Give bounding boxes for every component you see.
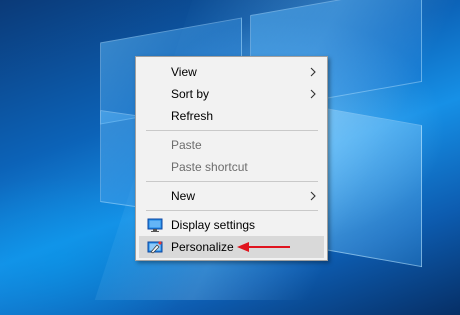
personalize-icon (147, 241, 163, 254)
menu-item-label: Personalize (171, 240, 234, 254)
menu-separator (146, 210, 318, 211)
menu-item-sort-by[interactable]: Sort by (139, 83, 324, 105)
menu-item-display-settings[interactable]: Display settings (139, 214, 324, 236)
menu-item-view[interactable]: View (139, 61, 324, 83)
menu-item-new[interactable]: New (139, 185, 324, 207)
chevron-right-icon (310, 67, 316, 77)
menu-item-label: New (171, 189, 196, 203)
menu-item-label: Sort by (171, 87, 210, 101)
red-arrow-annotation (237, 242, 290, 252)
menu-item-label: View (171, 65, 197, 79)
menu-item-label: Paste (171, 138, 202, 152)
chevron-right-icon (310, 89, 316, 99)
desktop-context-menu: View Sort by Refresh Paste Paste shortcu… (135, 56, 328, 261)
menu-item-label: Paste shortcut (171, 160, 248, 174)
menu-item-personalize[interactable]: Personalize (139, 236, 324, 258)
menu-item-paste-shortcut[interactable]: Paste shortcut (139, 156, 324, 178)
display-settings-icon (147, 218, 163, 232)
menu-item-label: Display settings (171, 218, 256, 232)
menu-separator (146, 181, 318, 182)
menu-item-refresh[interactable]: Refresh (139, 105, 324, 127)
menu-separator (146, 130, 318, 131)
chevron-right-icon (310, 191, 316, 201)
menu-item-label: Refresh (171, 109, 214, 123)
menu-item-paste[interactable]: Paste (139, 134, 324, 156)
